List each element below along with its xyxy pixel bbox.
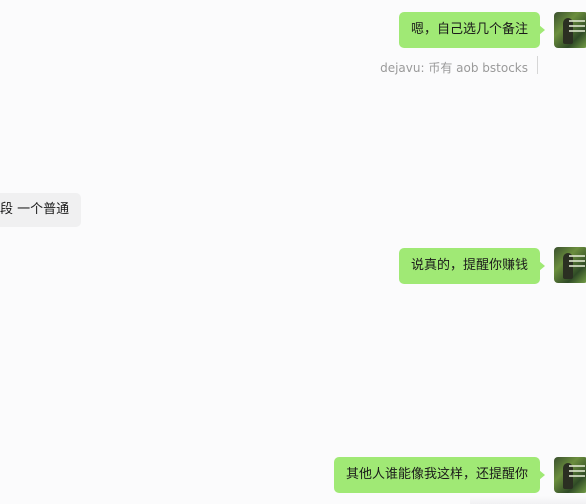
quoted-message-preview[interactable]: dejavu: 币有 aob bstocks: [380, 59, 528, 76]
avatar-overlay-text: [569, 255, 585, 257]
message-bubble-incoming[interactable]: 段 一个普通: [0, 193, 82, 227]
message-text: 其他人谁能像我这样，还提醒你: [345, 467, 528, 482]
message-text: 说真的，提醒你赚钱: [410, 258, 528, 273]
quote-divider: [537, 56, 538, 74]
self-avatar[interactable]: [554, 457, 586, 493]
quoted-message-text: dejavu: 币有 aob bstocks: [380, 61, 528, 75]
message-bubble-outgoing[interactable]: 说真的，提醒你赚钱: [398, 248, 546, 284]
avatar-overlay-text: [569, 465, 585, 467]
chat-message-area[interactable]: 嗯，自己选几个备注 dejavu: 币有 aob bstocks 段 一个普通 …: [0, 0, 586, 504]
self-avatar[interactable]: [554, 247, 586, 283]
bottom-edge-fade: [470, 496, 586, 504]
self-avatar[interactable]: [554, 12, 586, 48]
message-text: 段 一个普通: [0, 202, 70, 217]
message-bubble-outgoing[interactable]: 其他人谁能像我这样，还提醒你: [333, 457, 546, 493]
avatar-overlay-text: [569, 20, 585, 22]
message-text: 嗯，自己选几个备注: [410, 22, 528, 37]
message-bubble-outgoing[interactable]: 嗯，自己选几个备注: [398, 12, 546, 48]
